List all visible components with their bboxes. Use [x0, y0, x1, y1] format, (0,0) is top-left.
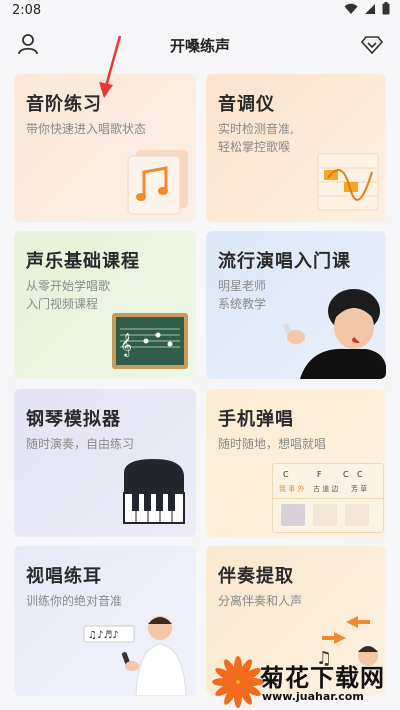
piano-icon [123, 459, 185, 524]
svg-text:♫♪♬♪: ♫♪♬♪ [88, 630, 119, 641]
music-note-icon [127, 150, 188, 215]
chord-sheet: C F C C 我 事 外 古 道 边 芳 草 [272, 463, 384, 533]
battery-icon [382, 2, 390, 15]
pitch-chart-icon [317, 153, 379, 211]
signal-icon [365, 3, 375, 14]
wifi-icon [344, 3, 358, 14]
lyric-label: 芳 草 [351, 485, 368, 493]
card-subtitle: 实时检测音准, 轻松掌控歌喉 [218, 122, 294, 154]
red-arrow-annotation [99, 35, 122, 98]
card-title: 伴奏提取 [218, 566, 294, 587]
chord-label: C [357, 470, 363, 479]
watermark-flower-logo [212, 656, 264, 708]
card-pop-singing-course[interactable]: 流行演唱入门课 明星老师 系统教学 [206, 231, 386, 379]
card-phone-sing-along[interactable]: 手机弹唱 随时随地，想唱就唱 C F C C 我 事 外 古 道 边 芳 草 [206, 389, 386, 537]
diamond-vip-icon[interactable] [360, 32, 384, 56]
app-bar: 开嗓练声 [0, 26, 400, 66]
card-vocal-basics-course[interactable]: 声乐基础课程 从零开始学唱歌 入门视频课程 𝄞 [14, 231, 196, 379]
watermark-brand: 菊花下载网 [260, 664, 385, 692]
chalkboard-icon: 𝄞 [112, 313, 188, 369]
card-title: 视唱练耳 [26, 566, 102, 587]
card-sight-singing-ear-training[interactable]: 视唱练耳 训练你的绝对音准 ♫♪♬♪ [14, 546, 196, 696]
chord-label: C [343, 470, 349, 479]
card-pitch-meter[interactable]: 音调仪 实时检测音准, 轻松掌控歌喉 [206, 74, 386, 222]
card-title: 音阶练习 [26, 94, 102, 115]
lyric-label: 我 事 外 [279, 485, 305, 493]
card-title: 钢琴模拟器 [26, 409, 121, 430]
card-piano-simulator[interactable]: 钢琴模拟器 随时演奏，自由练习 [14, 389, 196, 537]
chord-label: F [317, 470, 322, 479]
singer-illustration: ♫♪♬♪ [83, 616, 187, 696]
card-title: 声乐基础课程 [26, 251, 140, 272]
card-title: 音调仪 [218, 94, 275, 115]
lyric-label: 古 道 边 [313, 485, 339, 493]
card-subtitle: 明星老师 系统教学 [218, 279, 267, 311]
card-subtitle: 从零开始学唱歌 入门视频课程 [26, 279, 111, 311]
status-bar: 2:08 [0, 0, 400, 26]
card-title: 手机弹唱 [218, 409, 294, 430]
card-title: 流行演唱入门课 [218, 251, 351, 272]
page-title: 开嗓练声 [169, 37, 230, 55]
teacher-photo [283, 289, 386, 379]
svg-text:𝄞: 𝄞 [120, 332, 132, 357]
status-time: 2:08 [12, 3, 42, 18]
card-subtitle: 随时随地，想唱就唱 [218, 437, 327, 451]
chord-label: C [283, 470, 289, 479]
card-subtitle: 分离伴奏和人声 [218, 594, 303, 608]
card-subtitle: 带你快速进入唱歌状态 [26, 122, 147, 136]
watermark-url: www.juahar.com [262, 690, 364, 703]
card-subtitle: 随时演奏，自由练习 [26, 437, 135, 451]
